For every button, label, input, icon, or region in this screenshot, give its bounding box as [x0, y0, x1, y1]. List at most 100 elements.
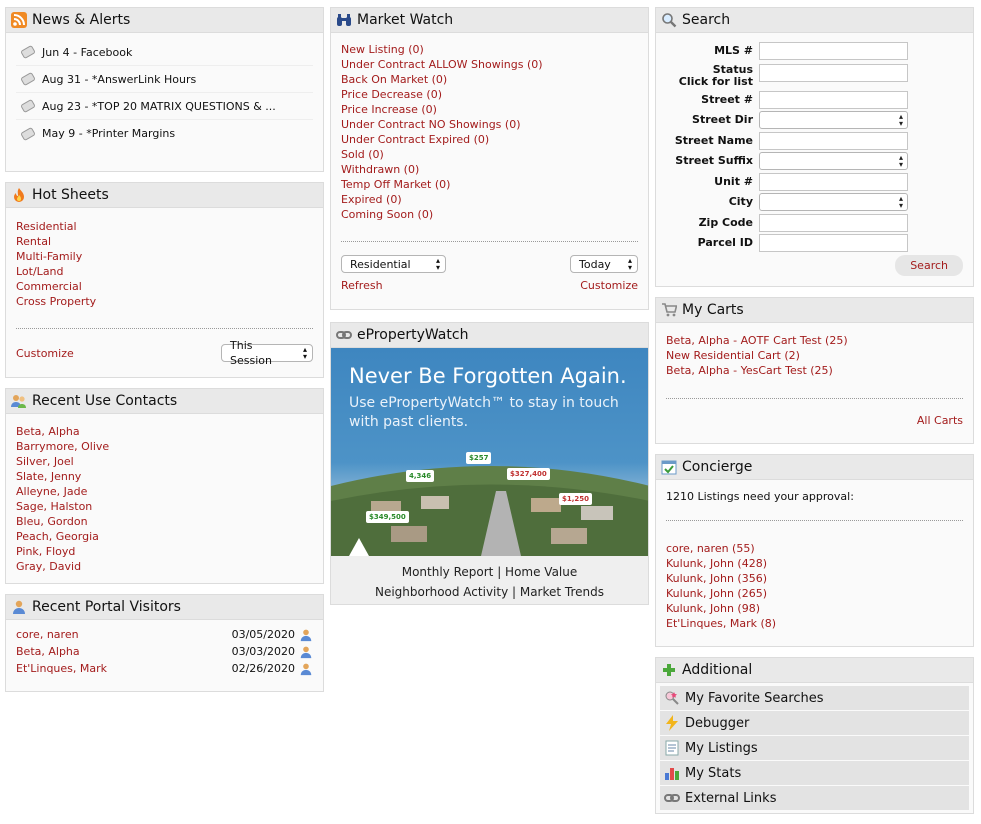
mw-withdrawn[interactable]: Withdrawn (0)	[341, 162, 638, 177]
market-watch-period-select[interactable]: Today ▴ ▾	[570, 255, 638, 273]
concierge-agent-link[interactable]: Kulunk, John (356)	[666, 571, 963, 586]
contact-link[interactable]: Beta, Alpha	[16, 424, 313, 439]
epropertywatch-footer: Monthly Report | Home Value Neighborhood…	[331, 556, 648, 604]
epropertywatch-panel: ePropertyWatch Never Be Forgotten Again.…	[330, 322, 649, 605]
divider	[16, 328, 313, 329]
mw-coming-soon[interactable]: Coming Soon (0)	[341, 207, 638, 222]
mw-under-contract-expired[interactable]: Under Contract Expired (0)	[341, 132, 638, 147]
paperclip-icon	[21, 45, 35, 59]
person-icon[interactable]	[299, 645, 313, 659]
news-item[interactable]: Aug 23 - *TOP 20 MATRIX QUESTIONS & ...	[16, 93, 313, 120]
my-listings-link[interactable]: My Listings	[660, 736, 969, 760]
external-links-link[interactable]: External Links	[660, 786, 969, 810]
mls-input[interactable]	[759, 42, 908, 61]
contacts-icon	[10, 392, 28, 410]
news-item[interactable]: Jun 4 - Facebook	[16, 39, 313, 66]
binoculars-icon	[335, 11, 353, 29]
select-arrows-icon: ▴ ▾	[898, 112, 903, 129]
concierge-agent-link[interactable]: Kulunk, John (428)	[666, 556, 963, 571]
right-column: Search MLS # Status Click for list Stree…	[655, 7, 974, 824]
visitor-row: Beta, Alpha 03/03/2020	[16, 643, 313, 660]
debugger-link[interactable]: Debugger	[660, 711, 969, 735]
mw-sold[interactable]: Sold (0)	[341, 147, 638, 162]
city-select[interactable]: ▴ ▾	[759, 193, 908, 212]
unit-input[interactable]	[759, 172, 908, 191]
epw-footer-line1: Monthly Report | Home Value	[401, 565, 578, 579]
mw-under-contract-allow[interactable]: Under Contract ALLOW Showings (0)	[341, 57, 638, 72]
visitor-icon	[10, 598, 28, 616]
contact-link[interactable]: Bleu, Gordon	[16, 514, 313, 529]
cart-link[interactable]: Beta, Alpha - YesCart Test (25)	[666, 363, 963, 378]
visitor-date-cell: 03/03/2020	[232, 645, 313, 659]
visitor-name-link[interactable]: Et'Linques, Mark	[16, 662, 107, 675]
mw-price-increase[interactable]: Price Increase (0)	[341, 102, 638, 117]
form-row: Street #	[656, 90, 973, 111]
concierge-agent-link[interactable]: Kulunk, John (98)	[666, 601, 963, 616]
additional-item-label: My Favorite Searches	[685, 690, 824, 706]
market-watch-header: Market Watch	[331, 8, 648, 33]
all-carts-link[interactable]: All Carts	[917, 414, 963, 427]
street-suffix-select[interactable]: ▴ ▾	[759, 152, 908, 171]
hot-sheet-residential[interactable]: Residential	[16, 219, 313, 234]
favorite-searches-link[interactable]: My Favorite Searches	[660, 686, 969, 710]
visitor-name-link[interactable]: Beta, Alpha	[16, 645, 80, 658]
market-watch-type-select[interactable]: Residential ▴ ▾	[341, 255, 446, 273]
concierge-icon	[660, 458, 678, 476]
contact-link[interactable]: Gray, David	[16, 559, 313, 574]
hot-sheet-lot-land[interactable]: Lot/Land	[16, 264, 313, 279]
concierge-agent-link[interactable]: core, naren (55)	[666, 541, 963, 556]
hot-sheets-period-select[interactable]: This Session ▴ ▾	[221, 339, 313, 367]
street-dir-label: Street Dir	[692, 113, 753, 127]
hot-sheets-customize-link[interactable]: Customize	[16, 346, 74, 361]
additional-header: Additional	[656, 658, 973, 683]
mw-back-on-market[interactable]: Back On Market (0)	[341, 72, 638, 87]
news-alerts-panel: News & Alerts Jun 4 - Facebook Aug 31 - …	[5, 7, 324, 172]
status-hint-text[interactable]: Click for list	[679, 75, 753, 88]
contact-link[interactable]: Alleyne, Jade	[16, 484, 313, 499]
news-item[interactable]: May 9 - *Printer Margins	[16, 120, 313, 147]
rss-icon	[10, 11, 28, 29]
cart-link[interactable]: New Residential Cart (2)	[666, 348, 963, 363]
mw-new-listing[interactable]: New Listing (0)	[341, 42, 638, 57]
contact-link[interactable]: Peach, Georgia	[16, 529, 313, 544]
mw-price-decrease[interactable]: Price Decrease (0)	[341, 87, 638, 102]
street-name-input[interactable]	[759, 131, 908, 150]
search-button[interactable]: Search	[895, 254, 963, 276]
concierge-agent-link[interactable]: Et'Linques, Mark (8)	[666, 616, 963, 631]
mw-temp-off-market[interactable]: Temp Off Market (0)	[341, 177, 638, 192]
status-input[interactable]	[759, 63, 908, 82]
hot-sheet-rental[interactable]: Rental	[16, 234, 313, 249]
contact-link[interactable]: Pink, Floyd	[16, 544, 313, 559]
contact-link[interactable]: Sage, Halston	[16, 499, 313, 514]
price-tag: $349,500	[366, 511, 409, 523]
person-icon[interactable]	[299, 662, 313, 676]
hot-sheet-commercial[interactable]: Commercial	[16, 279, 313, 294]
mw-under-contract-no[interactable]: Under Contract NO Showings (0)	[341, 117, 638, 132]
market-watch-refresh-link[interactable]: Refresh	[341, 278, 383, 293]
mw-expired[interactable]: Expired (0)	[341, 192, 638, 207]
left-column: News & Alerts Jun 4 - Facebook Aug 31 - …	[5, 7, 324, 702]
visitor-name-link[interactable]: core, naren	[16, 628, 79, 641]
my-stats-link[interactable]: My Stats	[660, 761, 969, 785]
contact-link[interactable]: Silver, Joel	[16, 454, 313, 469]
cart-link[interactable]: Beta, Alpha - AOTF Cart Test (25)	[666, 333, 963, 348]
parcel-input[interactable]	[759, 234, 908, 253]
street-dir-select[interactable]: ▴ ▾	[759, 111, 908, 130]
paperclip-icon	[21, 72, 35, 86]
street-number-input[interactable]	[759, 90, 908, 109]
contact-link[interactable]: Slate, Jenny	[16, 469, 313, 484]
hot-sheet-cross-property[interactable]: Cross Property	[16, 294, 313, 309]
concierge-agent-link[interactable]: Kulunk, John (265)	[666, 586, 963, 601]
market-watch-customize-link[interactable]: Customize	[580, 278, 638, 293]
epropertywatch-banner[interactable]: Never Be Forgotten Again. Use ePropertyW…	[331, 348, 648, 556]
form-row: Unit #	[656, 172, 973, 193]
zip-input[interactable]	[759, 213, 908, 232]
person-icon[interactable]	[299, 628, 313, 642]
search-title: Search	[682, 12, 731, 28]
select-arrows-icon: ▴ ▾	[302, 345, 307, 361]
additional-item-label: External Links	[685, 790, 777, 806]
news-item[interactable]: Aug 31 - *AnswerLink Hours	[16, 66, 313, 93]
hot-sheet-multi-family[interactable]: Multi-Family	[16, 249, 313, 264]
news-item-text: Aug 23 - *TOP 20 MATRIX QUESTIONS & ...	[42, 99, 276, 113]
contact-link[interactable]: Barrymore, Olive	[16, 439, 313, 454]
